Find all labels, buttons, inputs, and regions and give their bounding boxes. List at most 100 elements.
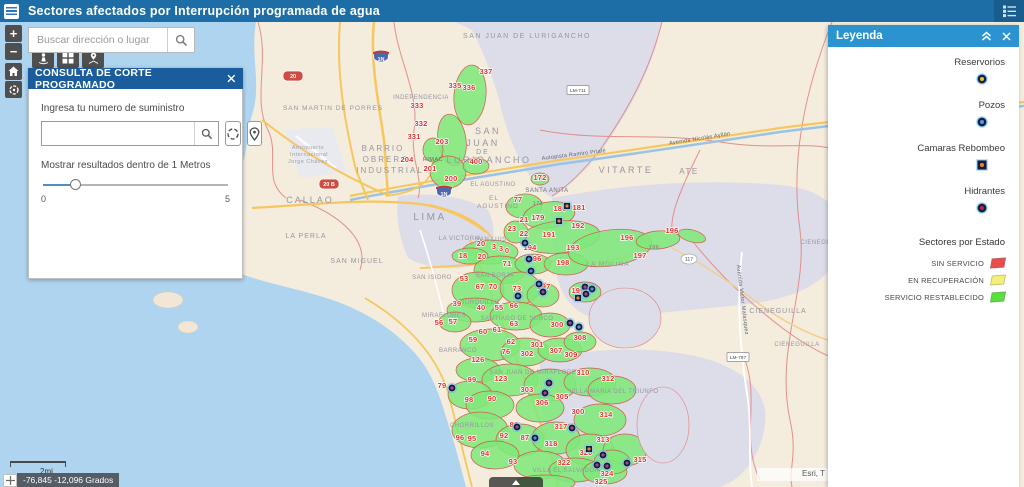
hydrant-icon	[975, 201, 989, 215]
search-input[interactable]	[29, 28, 167, 52]
coordinate-capture-button[interactable]	[3, 474, 17, 487]
sector-label: 20	[477, 239, 486, 248]
sector-label: 400	[469, 157, 482, 166]
map-place-label: BARRIO	[362, 144, 405, 153]
facility-marker[interactable]	[512, 422, 522, 432]
svg-text:117: 117	[685, 257, 693, 263]
facility-marker[interactable]	[538, 287, 548, 297]
map-place-label: SAN BORJA	[476, 273, 515, 279]
legend-status-item: EN RECUPERACIÓN	[838, 275, 1005, 285]
facility-marker[interactable]	[447, 383, 457, 393]
supply-search-button[interactable]	[194, 122, 218, 145]
search-icon	[201, 128, 213, 140]
legend-close-button[interactable]	[1002, 32, 1011, 41]
layer-list-button[interactable]	[994, 0, 1024, 22]
svg-text:LM-711: LM-711	[570, 88, 586, 94]
map-place-label: AGUSTINO	[477, 203, 519, 210]
consulta-panel: CONSULTA DE CORTE PROGRAMADO Ingresa tu …	[28, 68, 243, 279]
sector-label: 56	[435, 318, 444, 327]
sector-label: 3	[492, 242, 496, 251]
sector-label: 59	[469, 335, 478, 344]
pump-station-marker[interactable]	[555, 217, 564, 226]
reservoir-icon	[975, 72, 989, 86]
map-place-label: ATE	[679, 167, 698, 176]
sector-label: 312	[601, 374, 614, 383]
sector-label: 337	[479, 67, 492, 76]
svg-text:20 B: 20 B	[323, 182, 335, 188]
attribute-table-toggle[interactable]	[489, 477, 543, 487]
locate-on-map-button[interactable]	[247, 121, 262, 146]
consulta-panel-title: CONSULTA DE CORTE PROGRAMADO	[35, 67, 227, 91]
pump-station-marker[interactable]	[563, 202, 572, 211]
sector-label: 335	[448, 81, 461, 90]
map-place-label: INDUSTRIAL	[356, 166, 424, 175]
coordinate-readout: -76,845 -12,096 Grados	[17, 473, 119, 487]
facility-marker[interactable]	[540, 388, 550, 398]
supply-number-field	[41, 121, 219, 146]
home-button[interactable]	[5, 63, 22, 80]
sector-label: 310	[576, 368, 589, 377]
close-icon	[1002, 32, 1011, 41]
sector-label: 22	[520, 229, 529, 238]
legend-panel-header[interactable]: Leyenda	[828, 25, 1019, 47]
map-place-label: EL	[489, 195, 499, 202]
facility-marker[interactable]	[530, 433, 540, 443]
sector-label: 333	[410, 101, 423, 110]
facility-marker[interactable]	[524, 254, 534, 264]
layer-list-icon	[1002, 4, 1017, 18]
supply-number-input[interactable]	[42, 122, 194, 145]
double-chevron-up-icon	[981, 31, 992, 41]
facility-marker[interactable]	[574, 322, 584, 332]
island	[153, 292, 183, 308]
facility-marker[interactable]	[544, 378, 554, 388]
map-place-label: SAN JUAN DE LURIGANCHO	[463, 33, 591, 40]
legend-item-label: Hidrantes	[838, 186, 1005, 197]
facility-marker[interactable]	[622, 458, 632, 468]
map-place-label: SAN ISIDRO	[412, 275, 452, 281]
collapse-button[interactable]	[981, 31, 992, 41]
sector-label: 331	[407, 132, 420, 141]
sector-label: 300	[571, 407, 584, 416]
search-submit-button[interactable]	[167, 28, 194, 52]
facility-marker[interactable]	[602, 461, 612, 471]
status-label: SERVICIO RESTABLECIDO	[885, 293, 984, 302]
facility-marker[interactable]	[513, 291, 523, 301]
sector-label: 198	[556, 258, 569, 267]
sector-label: 90	[488, 394, 497, 403]
sector-label: 20	[478, 252, 487, 261]
close-icon[interactable]	[227, 74, 236, 83]
status-swatch-green	[990, 292, 1006, 303]
sector-label: 303	[520, 385, 533, 394]
status-label: SIN SERVICIO	[931, 259, 984, 268]
facility-marker[interactable]	[520, 238, 530, 248]
home-icon	[8, 66, 19, 77]
legend-item: Hidrantes	[838, 186, 1005, 223]
pump-station-marker[interactable]	[585, 445, 594, 454]
sector-label: 197	[633, 251, 646, 260]
sector-label: 314	[599, 410, 613, 419]
sector-label: 307	[549, 346, 562, 355]
facility-marker[interactable]	[565, 318, 575, 328]
zoom-out-button[interactable]: −	[5, 43, 22, 60]
slider-handle[interactable]	[70, 179, 81, 190]
map-place-label: Jorge Chávez	[288, 159, 328, 165]
facility-marker[interactable]	[567, 423, 577, 433]
sector-label: 172	[533, 173, 546, 182]
map-place-label: Internacional	[290, 152, 328, 158]
facility-marker[interactable]	[526, 266, 536, 276]
consulta-panel-header[interactable]: CONSULTA DE CORTE PROGRAMADO	[28, 68, 243, 89]
locate-button[interactable]	[5, 81, 22, 98]
facility-marker[interactable]	[592, 460, 602, 470]
facility-marker[interactable]	[598, 450, 608, 460]
sector-label: 325	[594, 477, 607, 486]
sector-label: 61	[493, 325, 502, 334]
supply-number-label: Ingresa tu numero de suministro	[41, 103, 230, 114]
sector-label: 300	[550, 320, 563, 329]
map-place-label: BARRANCO	[439, 348, 477, 354]
facility-marker[interactable]	[581, 289, 591, 299]
status-swatch-yellow	[990, 275, 1006, 286]
clear-selection-button[interactable]	[225, 121, 241, 146]
zoom-in-button[interactable]: +	[5, 25, 22, 42]
sector-label: 55	[495, 303, 504, 312]
sector-label: 3	[499, 244, 503, 253]
